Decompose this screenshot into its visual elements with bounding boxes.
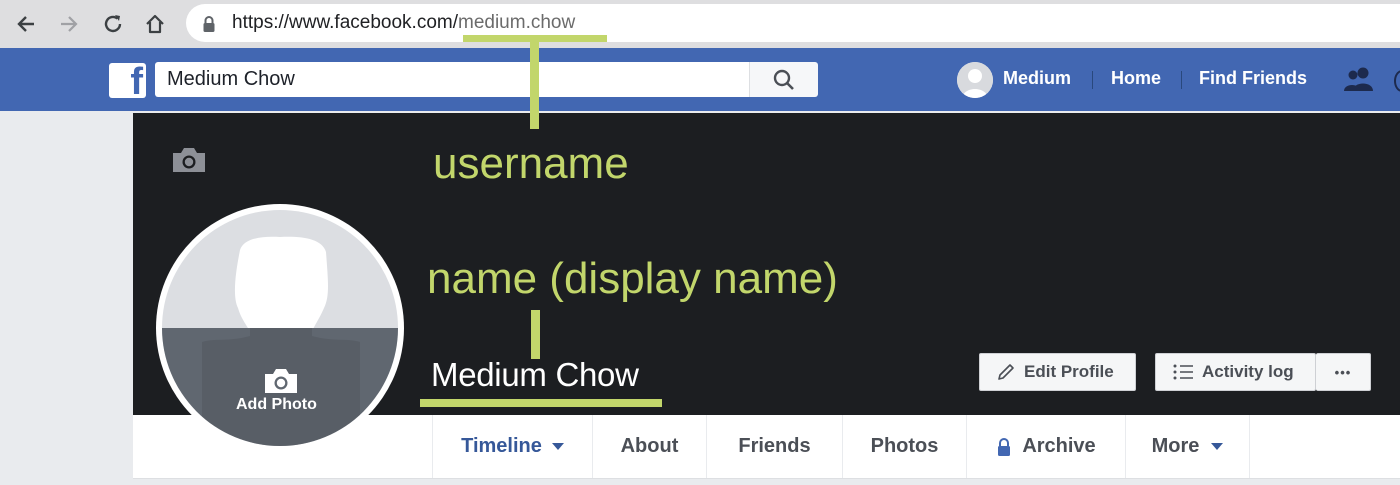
url-text[interactable]: https://www.facebook.com/medium.chow [232, 12, 575, 34]
lock-icon [998, 437, 1011, 456]
nav-divider [1092, 71, 1093, 89]
add-photo-label[interactable]: Add Photo [236, 396, 317, 414]
camera-icon [173, 148, 205, 172]
caret-down-icon [1211, 442, 1224, 450]
nav-divider [1181, 71, 1182, 89]
facebook-logo-letter: f [130, 61, 143, 103]
edit-profile-button[interactable]: Edit Profile [979, 353, 1136, 391]
default-avatar-icon [957, 62, 993, 98]
more-dots-label: ••• [1334, 364, 1352, 380]
home-icon [146, 14, 164, 34]
search-button[interactable] [749, 62, 818, 97]
back-button[interactable] [12, 10, 40, 38]
forward-button[interactable] [55, 10, 83, 38]
url-path: medium.chow [458, 12, 576, 33]
more-options-button[interactable]: ••• [1316, 353, 1371, 391]
caret-down-icon [551, 442, 564, 450]
nav-find-friends-link[interactable]: Find Friends [1199, 68, 1307, 89]
tab-friends[interactable]: Friends [706, 415, 842, 478]
update-cover-button[interactable] [170, 146, 208, 179]
username-annotation: username [433, 139, 629, 188]
forward-arrow-icon [61, 16, 78, 32]
username-underline [463, 35, 607, 42]
lock-icon [203, 16, 215, 32]
search-box [155, 62, 818, 97]
facebook-logo[interactable]: f [109, 61, 146, 103]
home-button[interactable] [141, 10, 169, 38]
tab-archive[interactable]: Archive [966, 415, 1125, 478]
search-icon [773, 69, 794, 90]
tab-label: Friends [738, 435, 811, 457]
tab-more[interactable]: More [1125, 415, 1250, 478]
camera-icon [265, 369, 297, 393]
activity-log-button[interactable]: Activity log [1155, 353, 1316, 391]
edit-profile-label: Edit Profile [1024, 362, 1114, 381]
reload-button[interactable] [99, 10, 127, 38]
username-connector [530, 42, 539, 129]
display-name-underline [420, 399, 662, 407]
tab-about[interactable]: About [592, 415, 706, 478]
pencil-icon [998, 364, 1014, 380]
tab-label: Archive [1022, 435, 1096, 457]
profile-display-name[interactable]: Medium Chow [431, 356, 639, 394]
user-avatar[interactable] [957, 62, 993, 98]
tab-timeline[interactable]: Timeline [432, 415, 592, 478]
activity-log-label: Activity log [1202, 362, 1294, 381]
tab-label: About [620, 435, 679, 457]
display-name-connector [531, 310, 540, 359]
nav-profile-link[interactable]: Medium [1003, 68, 1071, 89]
tab-label: More [1151, 435, 1200, 457]
tab-label: Timeline [461, 435, 542, 457]
reload-icon [104, 15, 122, 33]
friends-icon [1344, 67, 1373, 91]
url-base: https://www.facebook.com/ [232, 12, 458, 33]
friend-requests-button[interactable] [1343, 64, 1375, 99]
search-input[interactable] [167, 62, 737, 97]
tab-photos[interactable]: Photos [842, 415, 966, 478]
list-icon [1173, 364, 1193, 380]
tab-label: Photos [870, 435, 939, 457]
nav-home-link[interactable]: Home [1111, 68, 1161, 89]
back-arrow-icon [17, 16, 34, 32]
display-name-annotation: name (display name) [427, 254, 838, 303]
